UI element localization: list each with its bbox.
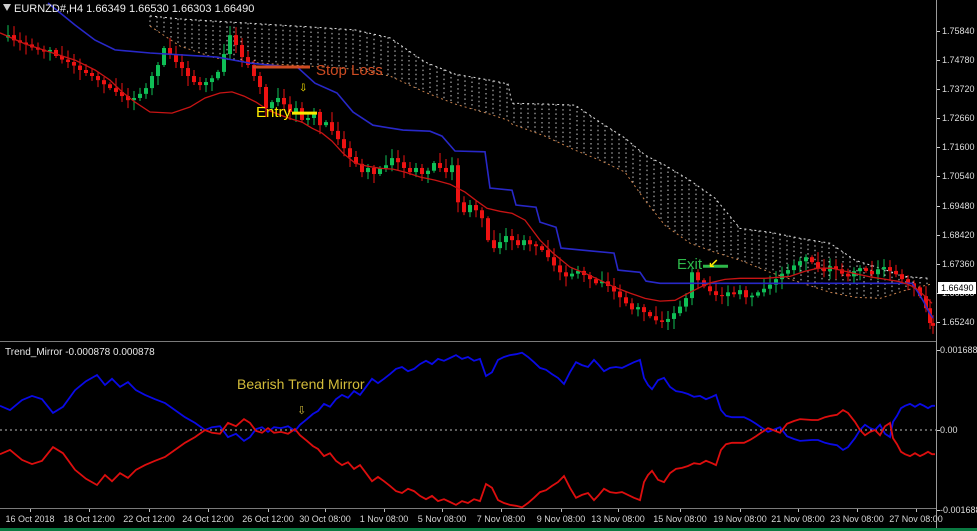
price-tick-mark	[937, 118, 940, 119]
bearish-trend-mirror-label[interactable]: Bearish Trend Mirror	[237, 376, 365, 392]
trend-mirror-panel[interactable]: Trend_Mirror -0.000878 0.000878 Bearish …	[0, 342, 936, 509]
time-tick-mark	[618, 509, 619, 512]
price-tick-label: 1.70540	[942, 171, 975, 181]
time-tick-label[interactable]: 24 Oct 12:00	[182, 514, 234, 524]
time-tick-mark	[916, 509, 917, 512]
symbol-marker-icon	[3, 4, 11, 11]
price-tick-label: 1.74780	[942, 55, 975, 65]
time-tick-label[interactable]: 26 Oct 12:00	[242, 514, 294, 524]
time-axis[interactable]: 16 Oct 2018 18 Oct 12:00 22 Oct 12:00 24 Oc…	[0, 509, 977, 528]
entry-arrow-icon: ⇩	[299, 84, 307, 94]
time-tick-label[interactable]: 1 Nov 08:00	[360, 514, 409, 524]
bid-price-box: 1.66490	[938, 282, 976, 294]
exit-arrow-icon: ↙	[708, 257, 719, 270]
time-tick-label[interactable]: 18 Oct 12:00	[63, 514, 115, 524]
time-tick-label[interactable]: 22 Oct 12:00	[123, 514, 175, 524]
time-tick-label[interactable]: 5 Nov 08:00	[418, 514, 467, 524]
mt4-chart-window: EURNZD#,H4 1.66349 1.66530 1.66303 1.664…	[0, 0, 977, 531]
price-tick-mark	[937, 31, 940, 32]
exit-label[interactable]: Exit	[677, 256, 702, 273]
time-tick-label[interactable]: 27 Nov 08:00	[889, 514, 943, 524]
time-tick-mark	[680, 509, 681, 512]
tenkan-line	[0, 33, 932, 303]
time-tick-mark	[268, 509, 269, 512]
time-tick-mark	[857, 509, 858, 512]
time-tick-mark	[384, 509, 385, 512]
chart-title-symbol: EURNZD#,H4	[14, 3, 83, 15]
chart-title: EURNZD#,H4 1.66349 1.66530 1.66303 1.664…	[14, 3, 254, 15]
time-tick-label[interactable]: 16 Oct 2018	[5, 514, 54, 524]
trend-mirror-canvas[interactable]	[0, 342, 936, 508]
price-tick-label: 1.72660	[942, 113, 975, 123]
main-chart-panel[interactable]: EURNZD#,H4 1.66349 1.66530 1.66303 1.664…	[0, 0, 936, 342]
time-tick-label[interactable]: 7 Nov 08:00	[477, 514, 526, 524]
time-tick-mark	[325, 509, 326, 512]
price-axis[interactable]: 1.66490 1.75840 1.74780 1.73720 1.72660 1.71…	[936, 0, 977, 528]
indicator-label: Trend_Mirror -0.000878 0.000878	[5, 347, 155, 358]
price-tick-label: 1.75840	[942, 26, 975, 36]
price-tick-mark	[937, 147, 940, 148]
price-tick-mark	[937, 322, 940, 323]
time-tick-mark	[561, 509, 562, 512]
time-tick-label[interactable]: 9 Nov 08:00	[537, 514, 586, 524]
entry-label[interactable]: Entry	[256, 104, 291, 121]
price-tick-label: 1.67360	[942, 259, 975, 269]
chart-title-ohlc: 1.66349 1.66530 1.66303 1.66490	[86, 3, 254, 15]
time-tick-label[interactable]: 15 Nov 08:00	[653, 514, 707, 524]
price-tick-label: 1.65240	[942, 317, 975, 327]
price-tick-label: 1.71600	[942, 142, 975, 152]
price-tick-mark	[937, 235, 940, 236]
time-tick-mark	[740, 509, 741, 512]
trend-mirror-bull-line	[0, 353, 935, 450]
trend-mirror-bear-line	[0, 410, 935, 507]
time-tick-label[interactable]: 13 Nov 08:00	[591, 514, 645, 524]
time-tick-label[interactable]: 30 Oct 08:00	[299, 514, 351, 524]
price-tick-mark	[937, 89, 940, 90]
price-tick-mark	[937, 176, 940, 177]
time-tick-mark	[798, 509, 799, 512]
indicator-tick-label: 0.001688	[940, 345, 977, 355]
time-tick-mark	[89, 509, 90, 512]
price-tick-label: 1.73720	[942, 84, 975, 94]
time-tick-label[interactable]: 23 Nov 08:00	[830, 514, 884, 524]
candlesticks	[6, 25, 935, 334]
ichimoku-cloud	[150, 16, 930, 298]
price-tick-label: 1.69480	[942, 201, 975, 211]
time-tick-mark	[30, 509, 31, 512]
price-tick-mark	[937, 264, 940, 265]
time-tick-mark	[442, 509, 443, 512]
time-tick-label[interactable]: 21 Nov 08:00	[771, 514, 825, 524]
bearish-arrow-icon: ⇩	[297, 406, 306, 417]
time-tick-mark	[501, 509, 502, 512]
price-tick-label: 1.68420	[942, 230, 975, 240]
main-chart-canvas[interactable]	[0, 0, 936, 341]
indicator-tick-label: 0.00	[940, 425, 958, 435]
price-tick-mark	[937, 60, 940, 61]
time-tick-mark	[208, 509, 209, 512]
time-tick-mark	[149, 509, 150, 512]
price-tick-mark	[937, 206, 940, 207]
stop-loss-label[interactable]: Stop Loss	[316, 62, 383, 79]
time-tick-label[interactable]: 19 Nov 08:00	[713, 514, 767, 524]
